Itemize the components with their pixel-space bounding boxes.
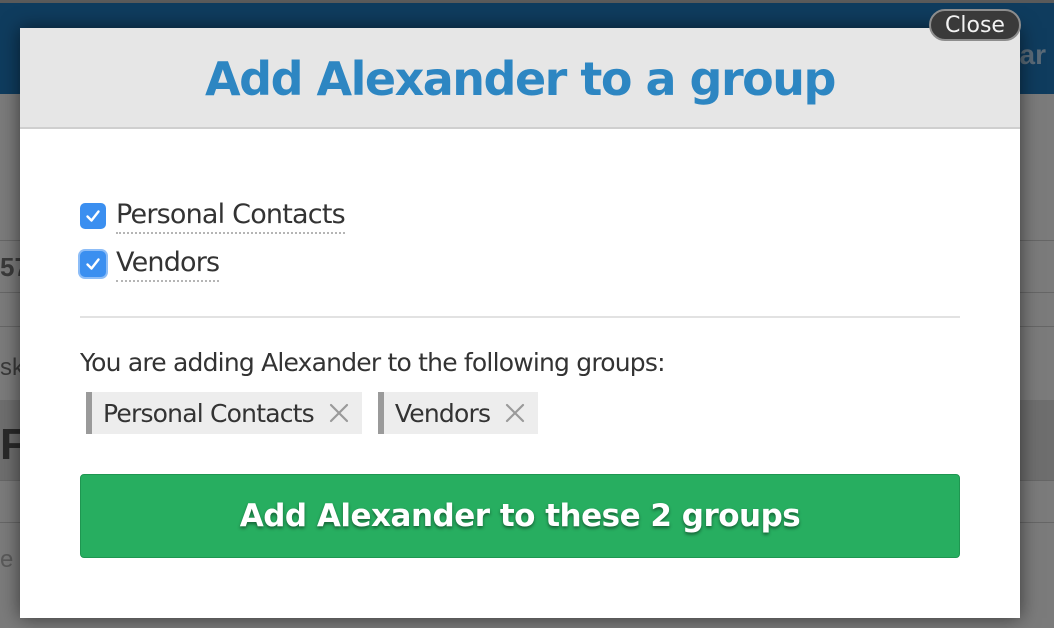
selected-groups-list: Personal Contacts Vendors <box>86 392 539 434</box>
close-x-icon[interactable] <box>504 402 526 424</box>
checkmark-icon <box>86 210 100 222</box>
modal-title: Add Alexander to a group <box>205 51 836 106</box>
selected-group-tag-label: Vendors <box>394 398 491 428</box>
close-modal-button[interactable]: Close <box>929 9 1021 41</box>
selection-summary-text: You are adding Alexander to the followin… <box>80 348 666 377</box>
add-to-group-modal: Add Alexander to a group Personal Contac… <box>20 28 1020 618</box>
selected-group-tag: Personal Contacts <box>86 392 362 434</box>
group-option-vendors[interactable]: Vendors <box>80 240 345 288</box>
modal-header: Add Alexander to a group <box>20 28 1020 129</box>
background-topbar-text: ar <box>1019 39 1046 70</box>
vendors-label[interactable]: Vendors <box>116 246 220 282</box>
group-option-personal-contacts[interactable]: Personal Contacts <box>80 192 346 240</box>
personal-contacts-checkbox[interactable] <box>80 203 106 229</box>
personal-contacts-label[interactable]: Personal Contacts <box>116 198 346 234</box>
group-options-list: Personal Contacts Vendors <box>80 192 346 288</box>
close-x-icon[interactable] <box>328 402 350 424</box>
add-to-groups-button[interactable]: Add Alexander to these 2 groups <box>80 474 960 558</box>
selected-group-tag: Vendors <box>377 392 539 434</box>
section-divider <box>80 316 960 318</box>
vendors-checkbox[interactable] <box>80 251 106 277</box>
selected-group-tag-label: Personal Contacts <box>103 398 315 428</box>
checkmark-icon <box>86 258 100 270</box>
